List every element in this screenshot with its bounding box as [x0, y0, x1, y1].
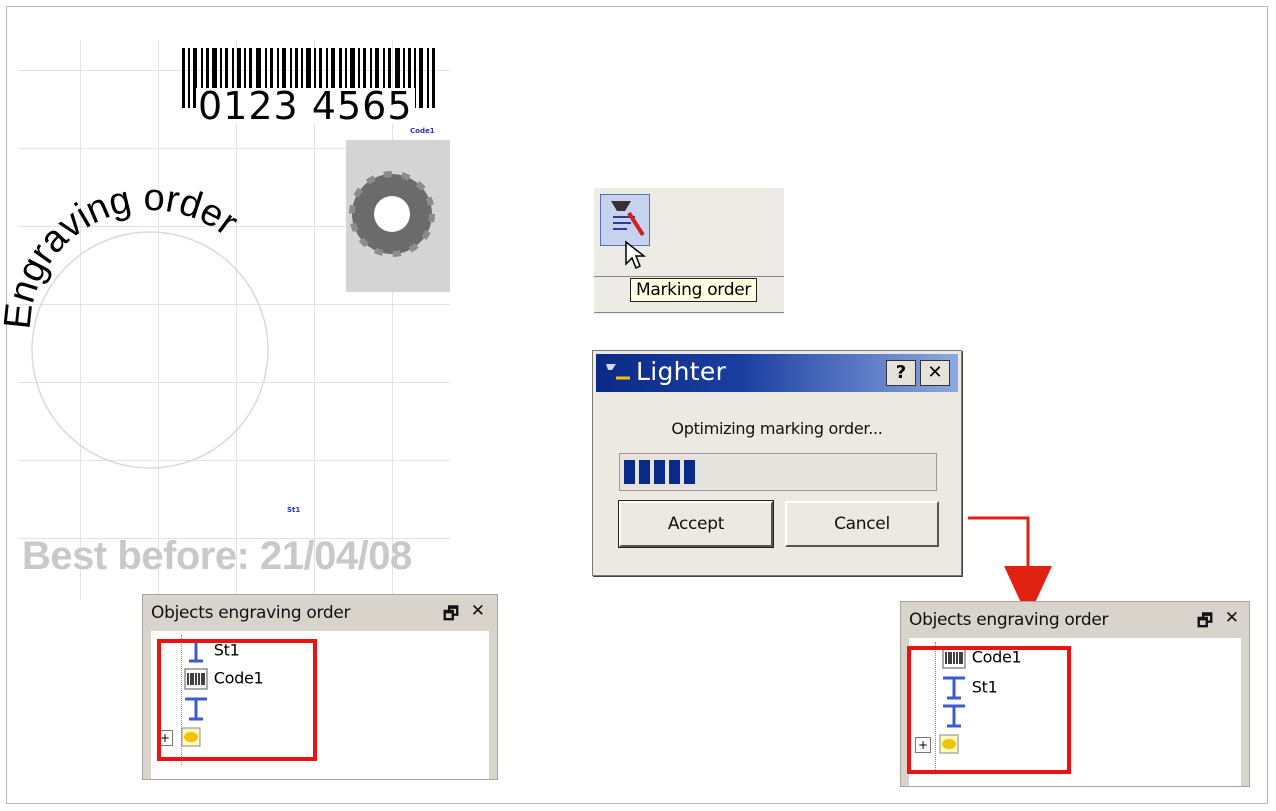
close-icon[interactable]: ✕	[1225, 608, 1239, 628]
engraving-order-panel-before: Objects engraving order 🗗 ✕ St1 Code1 +	[142, 594, 498, 780]
dialog-title: Lighter	[636, 357, 727, 386]
dialog-close-button[interactable]: ✕	[920, 360, 950, 386]
cursor-arrow-icon	[625, 240, 646, 270]
highlight-box	[157, 639, 317, 761]
progress-bar	[619, 453, 937, 491]
cancel-button[interactable]: Cancel	[785, 501, 939, 547]
lighter-dialog: Lighter ? ✕ Optimizing marking order... …	[592, 350, 962, 576]
panel-title: Objects engraving order	[909, 610, 1109, 630]
best-before-text[interactable]: Best before: 21/04/08	[22, 534, 412, 579]
text-tag: St1	[287, 506, 301, 514]
restore-icon[interactable]: 🗗	[1197, 608, 1213, 637]
highlight-box	[907, 646, 1071, 774]
progress-segment	[639, 460, 650, 484]
barcode-digits: 0123 4565	[196, 84, 415, 128]
progress-segment	[684, 460, 695, 484]
restore-icon[interactable]: 🗗	[443, 601, 459, 630]
dialog-titlebar[interactable]: Lighter ? ✕	[596, 354, 958, 392]
progress-segment	[624, 460, 635, 484]
progress-segment	[669, 460, 680, 484]
barcode-tag: Code1	[410, 127, 435, 135]
toolbar-snippet: Marking order	[594, 188, 784, 314]
close-icon[interactable]: ✕	[471, 601, 485, 621]
ring-image	[346, 140, 450, 292]
panel-title: Objects engraving order	[151, 603, 351, 623]
accept-button[interactable]: Accept	[618, 500, 774, 548]
lighter-app-icon	[606, 364, 630, 380]
dialog-message: Optimizing marking order...	[671, 419, 883, 438]
tooltip: Marking order	[630, 278, 758, 302]
marking-order-button[interactable]	[600, 194, 650, 246]
arc-text-object[interactable]: Engraving order	[0, 180, 320, 500]
marking-order-icon	[611, 201, 645, 237]
photo-object[interactable]	[346, 140, 450, 292]
engraving-order-panel-after: Objects engraving order 🗗 ✕ Code1 St1 +	[900, 601, 1250, 787]
arc-text-path: Engraving order	[0, 180, 246, 331]
help-button[interactable]: ?	[886, 360, 916, 386]
progress-fill	[624, 460, 695, 484]
progress-segment	[654, 460, 665, 484]
